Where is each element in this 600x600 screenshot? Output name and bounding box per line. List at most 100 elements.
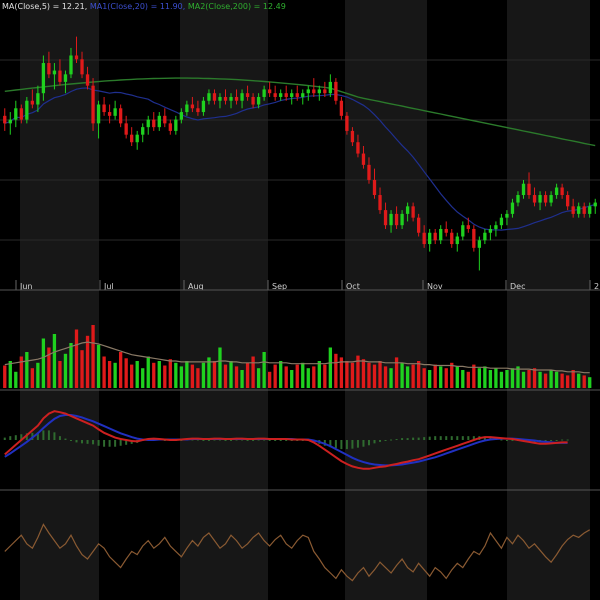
candle-body [367,164,371,180]
macd-histogram-bar [390,439,393,441]
candle-body [350,130,355,143]
candle-body [96,104,101,124]
volume-bar [107,361,112,388]
candle [146,115,150,135]
candle-body [428,232,432,245]
volume-bar [135,361,139,388]
candle [301,89,305,105]
volume-bar [152,362,156,388]
candle [461,221,465,241]
candle [273,85,277,101]
volume-bar [124,358,128,388]
volume-bar [532,368,537,388]
candle-body [41,63,46,94]
macd-histogram-bar [561,439,564,441]
candle-body [124,123,128,135]
chart-svg: Jun Jul Aug Sep Oct Nov Dec 2 MA(Close,5) = 12.… [0,0,600,600]
candle [113,100,117,120]
candle [483,228,487,245]
candle-body [174,119,178,131]
macd-histogram-bar [423,437,426,440]
volume-bar [416,361,421,388]
candle-body [345,115,349,131]
volume-bar [383,366,388,388]
candle-body [383,210,388,226]
volume-bar [411,364,415,388]
candle-body [521,183,526,196]
volume-bar [58,361,62,388]
volume-bar [538,371,542,388]
candle-body [422,232,426,245]
volume-bar [118,352,123,388]
candle-body [262,89,266,97]
candle-body [107,112,112,116]
candle [306,85,310,101]
macd-histogram-bar [3,437,6,440]
candle-body [450,232,454,245]
candle [118,104,123,128]
candle-body [400,213,404,226]
candle-body [582,206,586,214]
candle-body [565,195,570,207]
macd-histogram-bar [252,440,255,441]
candle-body [411,206,415,218]
macd-histogram-bar [500,439,503,441]
volume-bar [577,373,581,388]
candle [455,232,459,252]
volume-bar [130,364,134,388]
candle-body [416,217,421,233]
candle-body [538,195,542,203]
candle [317,85,321,101]
candle [494,221,498,237]
candle-body [218,96,222,101]
candle-body [472,228,476,248]
volume-bar [185,361,189,388]
candle-body [80,59,84,75]
volume-bar [256,368,261,388]
macd-histogram-bar [367,440,370,446]
macd-histogram-bar [279,440,282,441]
volume-bar [461,370,465,388]
candle-body [196,108,200,113]
macd-histogram-bar [428,436,431,440]
candle-body [284,93,288,97]
macd-histogram-bar [9,436,12,440]
macd-histogram-bar [230,440,233,441]
volume-bar [582,375,586,388]
candle-body [505,213,509,218]
candle [312,78,316,97]
macd-histogram-bar [340,440,343,450]
legend-line: MA(Close,5) = 12.21, MA1(Close,20) = 11.… [2,2,286,11]
candle-body [223,96,228,101]
candle [163,108,167,128]
volume-bar [345,361,349,388]
candle [174,115,178,135]
candle-body [85,74,90,86]
volume-bar [428,370,432,388]
macd-histogram-bar [103,440,106,447]
volume-bar [367,362,371,388]
candle-body [135,134,139,143]
volume-bar [439,366,443,388]
candle [157,112,161,131]
macd-histogram-bar [108,440,111,447]
volume-bar [328,347,333,388]
macd-histogram-bar [461,436,464,440]
volume-bar [405,366,410,388]
month-band [180,0,268,600]
macd-histogram-bar [566,439,569,441]
volume-bar [510,368,515,388]
candle-body [560,187,564,196]
legend-ma1: MA1(Close,20) = 11.90, [90,2,188,11]
candle-body [455,236,459,245]
candle-body [516,195,520,203]
macd-histogram-bar [224,440,227,441]
volume-bar [8,361,12,388]
volume-bar [499,371,504,388]
macd-histogram-bar [384,440,387,441]
candle [279,89,283,101]
legend-ma2: MA2(Close,200) = 12.49 [188,2,286,11]
candle [477,236,482,271]
macd-histogram-bar [334,440,337,449]
candle-body [510,202,515,214]
